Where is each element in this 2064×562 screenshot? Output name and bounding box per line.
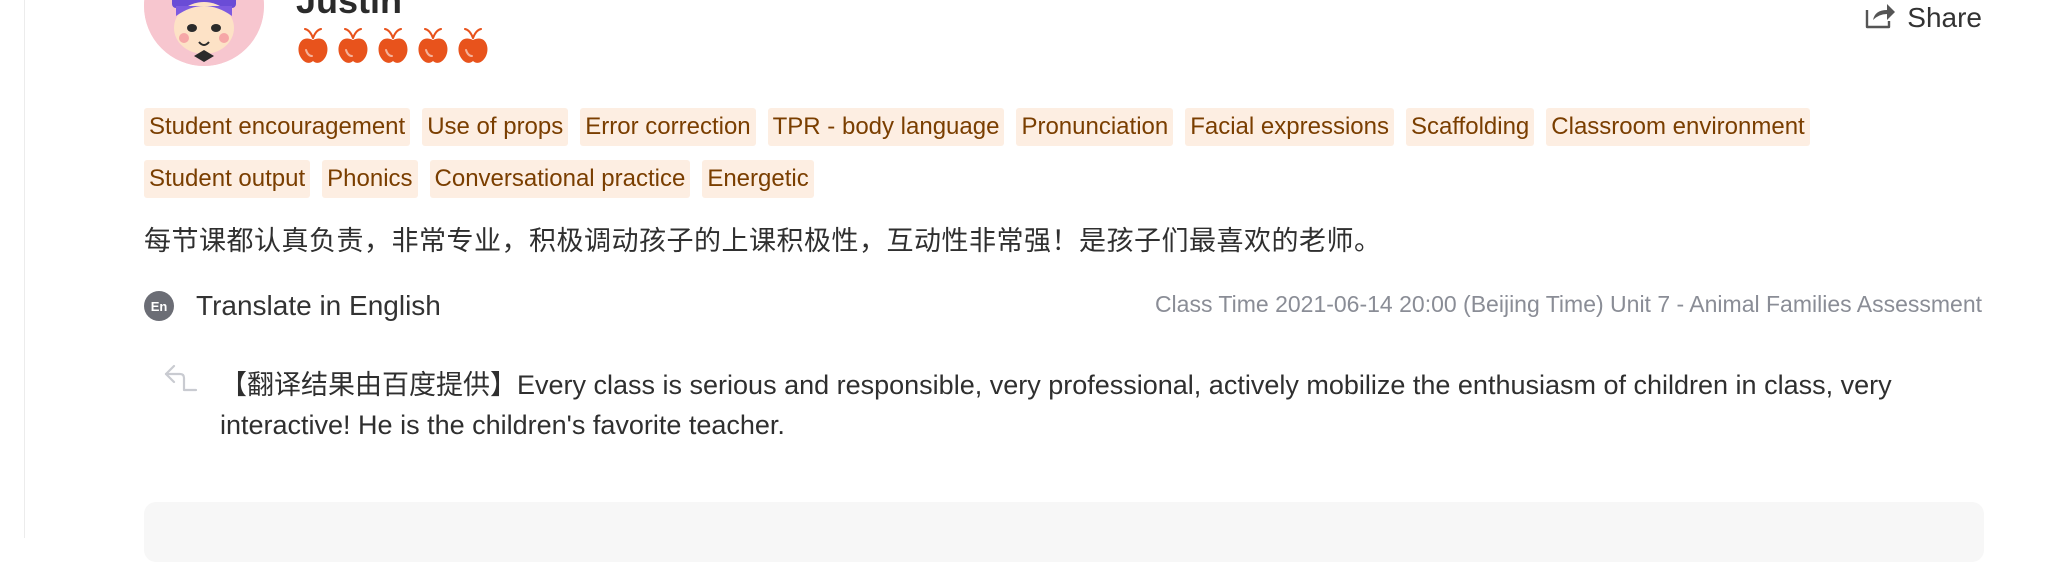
tag[interactable]: Pronunciation	[1016, 108, 1174, 146]
tag[interactable]: Scaffolding	[1405, 108, 1535, 146]
share-label: Share	[1907, 1, 1982, 33]
tag[interactable]: Use of props	[422, 108, 569, 146]
apple-icon	[456, 28, 490, 66]
english-badge-icon: En	[144, 291, 174, 321]
tag-row: Student encouragement Use of props Error…	[144, 108, 2004, 146]
class-info: Class Time 2021-06-14 20:00 (Beijing Tim…	[1154, 291, 1982, 317]
share-arrow-icon	[1863, 0, 1897, 35]
translation-text: 【翻译结果由百度提供】Every class is serious and re…	[220, 370, 1892, 440]
tag[interactable]: Facial expressions	[1185, 108, 1394, 146]
left-divider	[24, 0, 25, 538]
share-button[interactable]: Share	[1863, 0, 1982, 35]
rating	[296, 28, 490, 66]
tag[interactable]: Conversational practice	[429, 160, 691, 198]
translate-button[interactable]: En Translate in English	[144, 290, 441, 322]
tag-list: Student encouragement Use of props Error…	[144, 108, 2004, 212]
apple-icon	[376, 28, 410, 66]
tag[interactable]: Student output	[144, 160, 311, 198]
apple-icon	[416, 28, 450, 66]
tag[interactable]: Classroom environment	[1546, 108, 1810, 146]
tag[interactable]: Student encouragement	[144, 108, 411, 146]
review-text: 每节课都认真负责，非常专业，积极调动孩子的上课积极性，互动性非常强！是孩子们最喜…	[144, 226, 1382, 257]
teacher-name: Justin	[296, 0, 403, 21]
tag[interactable]: Energetic	[702, 160, 814, 198]
apple-icon	[336, 28, 370, 66]
tag[interactable]: TPR - body language	[767, 108, 1005, 146]
return-arrow-icon	[162, 362, 198, 399]
next-card	[144, 502, 1984, 562]
tag-row: Student output Phonics Conversational pr…	[144, 160, 2004, 198]
translate-label: Translate in English	[196, 290, 441, 321]
apple-icon	[296, 28, 330, 66]
tag[interactable]: Error correction	[580, 108, 756, 146]
tag[interactable]: Phonics	[322, 160, 418, 198]
avatar	[144, 0, 264, 66]
